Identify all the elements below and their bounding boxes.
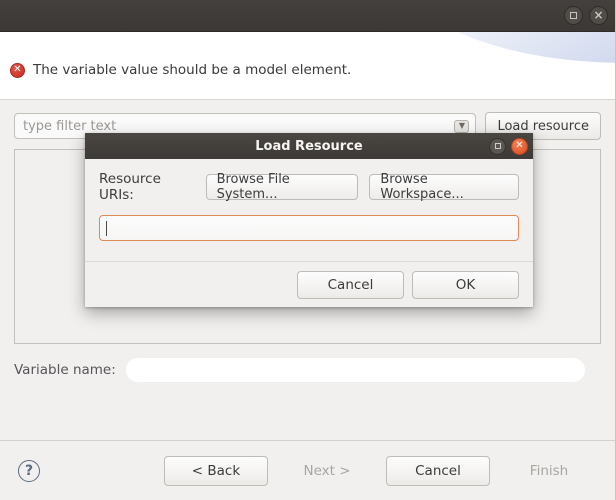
text-caret	[106, 221, 107, 236]
dialog-cancel-button[interactable]: Cancel	[297, 271, 404, 299]
header-banner-decoration	[392, 32, 615, 76]
wizard-footer: ? < Back Next > Cancel Finish	[0, 440, 615, 500]
square-glyph	[495, 143, 501, 149]
validation-message: ✕ The variable value should be a model e…	[10, 62, 351, 78]
dialog-ok-label: OK	[456, 277, 475, 293]
window-titlebar: ×	[0, 0, 615, 32]
filter-input-placeholder: type filter text	[23, 119, 116, 134]
maximize-icon[interactable]	[564, 6, 583, 25]
wizard-header: ✕ The variable value should be a model e…	[0, 32, 615, 100]
browse-workspace-button[interactable]: Browse Workspace...	[369, 174, 519, 200]
close-icon[interactable]: ×	[589, 6, 608, 25]
window-controls: ×	[564, 0, 608, 31]
dialog-content: Resource URIs: Browse File System... Bro…	[85, 159, 533, 261]
cancel-button-label: Cancel	[415, 463, 461, 479]
dialog-footer: Cancel OK	[85, 261, 533, 307]
resource-uris-label: Resource URIs:	[99, 171, 195, 203]
cancel-button[interactable]: Cancel	[386, 456, 490, 486]
dialog-close-glyph: ✕	[515, 141, 523, 151]
resource-uri-row: Resource URIs: Browse File System... Bro…	[99, 171, 519, 203]
next-button-label: Next >	[303, 463, 350, 479]
resource-uri-input[interactable]	[99, 215, 519, 241]
square-glyph	[570, 12, 577, 19]
dialog-cancel-label: Cancel	[328, 277, 374, 293]
error-glyph: ✕	[13, 65, 21, 75]
error-icon: ✕	[10, 63, 25, 78]
variable-name-input[interactable]	[126, 358, 585, 382]
chevron-down-icon[interactable]: ▼	[454, 120, 469, 133]
load-resource-button-label: Load resource	[497, 119, 589, 134]
validation-message-text: The variable value should be a model ele…	[33, 62, 351, 78]
browse-file-system-button[interactable]: Browse File System...	[206, 174, 359, 200]
help-glyph: ?	[25, 464, 33, 478]
browse-workspace-label: Browse Workspace...	[380, 172, 508, 202]
finish-button-label: Finish	[530, 463, 568, 479]
browse-file-system-label: Browse File System...	[217, 172, 348, 202]
dialog-window-controls: ✕	[489, 133, 528, 159]
back-button-label: < Back	[192, 463, 240, 479]
dialog-maximize-icon[interactable]	[489, 138, 506, 155]
close-glyph: ×	[593, 9, 603, 21]
variable-name-label: Variable name:	[14, 362, 116, 378]
dialog-title: Load Resource	[255, 139, 363, 154]
variable-name-row: Variable name:	[14, 358, 601, 382]
chevron-glyph: ▼	[459, 122, 465, 130]
next-button: Next >	[275, 456, 379, 486]
wizard-button-row: < Back Next > Cancel Finish	[164, 456, 601, 486]
finish-button: Finish	[497, 456, 601, 486]
help-icon[interactable]: ?	[18, 460, 40, 482]
dialog-close-icon[interactable]: ✕	[511, 138, 528, 155]
dialog-titlebar: Load Resource ✕	[85, 133, 533, 159]
dialog-ok-button[interactable]: OK	[412, 271, 519, 299]
load-resource-dialog: Load Resource ✕ Resource URIs: Browse Fi…	[85, 133, 533, 307]
back-button[interactable]: < Back	[164, 456, 268, 486]
